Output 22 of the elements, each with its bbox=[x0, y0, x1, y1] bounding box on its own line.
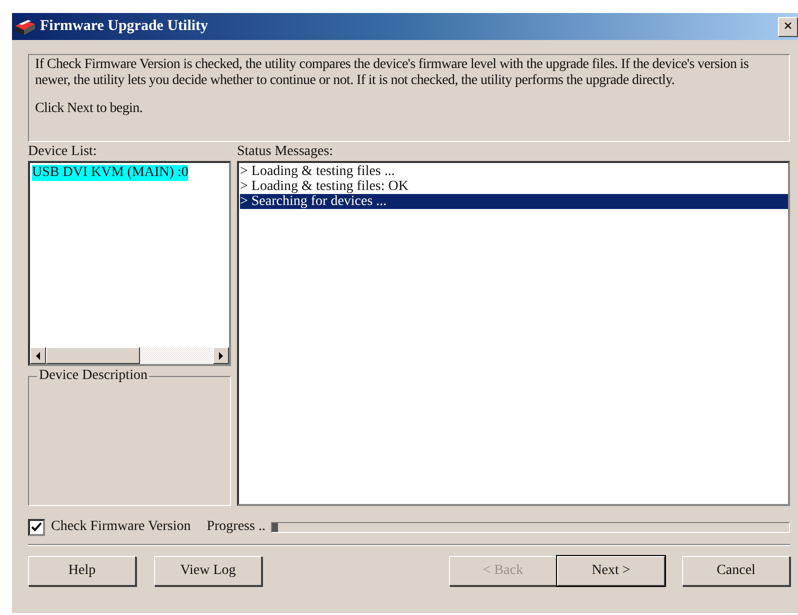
group-label: Device Description bbox=[37, 368, 150, 384]
status-message[interactable]: > Loading & testing files ... bbox=[240, 164, 788, 179]
status-messages-label: Status Messages: bbox=[237, 144, 334, 161]
left-arrow-icon bbox=[35, 352, 41, 360]
checkbox[interactable] bbox=[28, 518, 45, 536]
hint-text: Click Next to begin. bbox=[35, 101, 144, 117]
status-message[interactable]: > Loading & testing files: OK bbox=[240, 179, 788, 194]
window-title: Firmware Upgrade Utility bbox=[40, 18, 210, 35]
progress-label: Progress .. bbox=[206, 519, 266, 535]
horizontal-scrollbar[interactable] bbox=[30, 347, 229, 364]
instruction-text: If Check Firmware Version is checked, the utility compares the device's firmware level with the upgrade files. If the device's version is newer, the utility lets you decide whether to continue or not. If it is not checked, the utility performs the upgrade directly. bbox=[35, 57, 750, 89]
close-button[interactable]: × bbox=[778, 16, 798, 36]
status-message[interactable]: > Searching for devices ... bbox=[240, 194, 788, 209]
device-item[interactable]: USB DVI KVM (MAIN) :0 bbox=[32, 165, 188, 181]
device-list-label: Device List: bbox=[28, 144, 98, 161]
dialog-button[interactable]: Help bbox=[28, 556, 136, 586]
right-arrow-icon bbox=[218, 352, 224, 360]
app-icon bbox=[14, 18, 36, 36]
dialog-button[interactable]: Cancel bbox=[682, 556, 790, 586]
dialog-button[interactable]: Next > bbox=[557, 556, 665, 586]
dialog-button[interactable]: View Log bbox=[154, 556, 262, 586]
checkbox-label: Check Firmware Version bbox=[51, 519, 191, 535]
